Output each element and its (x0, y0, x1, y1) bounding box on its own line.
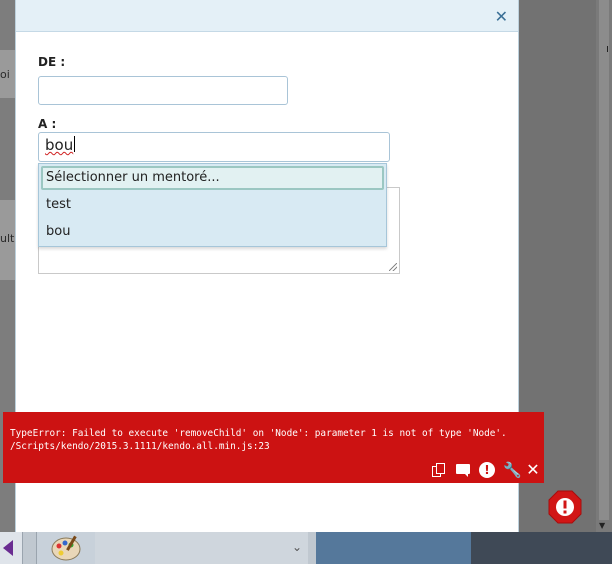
text-caret (74, 136, 76, 152)
resize-grip-icon[interactable] (389, 263, 397, 271)
error-badge-icon[interactable] (548, 490, 582, 524)
page-scrollbar[interactable]: ▼ (596, 0, 612, 532)
error-line-2: /Scripts/kendo/2015.3.1111/kendo.all.min… (10, 441, 270, 452)
scrollbar-thumb[interactable] (599, 0, 609, 520)
comment-icon[interactable] (455, 462, 471, 478)
wrench-icon[interactable]: 🔧 (503, 462, 522, 478)
taskbar-address-box[interactable]: ⌄ (95, 532, 308, 564)
scrollbar-marker (607, 46, 612, 52)
taskbar: ⌄ (0, 532, 612, 564)
from-input[interactable] (38, 76, 288, 105)
error-message: TypeError: Failed to execute 'removeChil… (10, 427, 507, 453)
to-label: A : (38, 117, 57, 131)
recipient-dropdown-list: Sélectionner un mentoré... test bou (38, 163, 387, 247)
close-icon[interactable]: ✕ (495, 9, 508, 25)
alert-icon[interactable]: ! (479, 462, 495, 478)
dismiss-icon[interactable]: ✕ (525, 462, 541, 478)
recipient-combobox[interactable]: bou (38, 132, 390, 162)
background-text-fragment: ult (0, 232, 15, 245)
dropdown-option-bou[interactable]: bou (41, 221, 384, 245)
visual-studio-taskbar-icon[interactable] (0, 532, 23, 564)
from-label: DE : (38, 55, 66, 69)
error-notification: TypeError: Failed to execute 'removeChil… (3, 412, 544, 483)
taskbar-window-button-dark[interactable] (471, 532, 612, 564)
taskbar-window-button[interactable] (316, 532, 471, 564)
copy-icon-front (436, 463, 445, 474)
paint-taskbar-button[interactable] (36, 532, 96, 564)
recipient-input-value: bou (45, 136, 74, 154)
visual-studio-logo-shape (3, 540, 13, 556)
chevron-down-icon[interactable]: ⌄ (292, 540, 302, 554)
scroll-down-icon[interactable]: ▼ (599, 521, 605, 530)
modal-header: ✕ (16, 0, 518, 32)
comment-icon-tail (464, 473, 468, 477)
error-line-1: TypeError: Failed to execute 'removeChil… (10, 428, 507, 439)
dropdown-option-placeholder[interactable]: Sélectionner un mentoré... (41, 166, 384, 190)
paint-palette-icon (51, 535, 81, 561)
background-text-fragment: oi (0, 68, 10, 81)
dropdown-option-test[interactable]: test (41, 194, 384, 218)
copy-icon[interactable] (431, 462, 447, 478)
alert-icon-circle: ! (479, 462, 495, 478)
